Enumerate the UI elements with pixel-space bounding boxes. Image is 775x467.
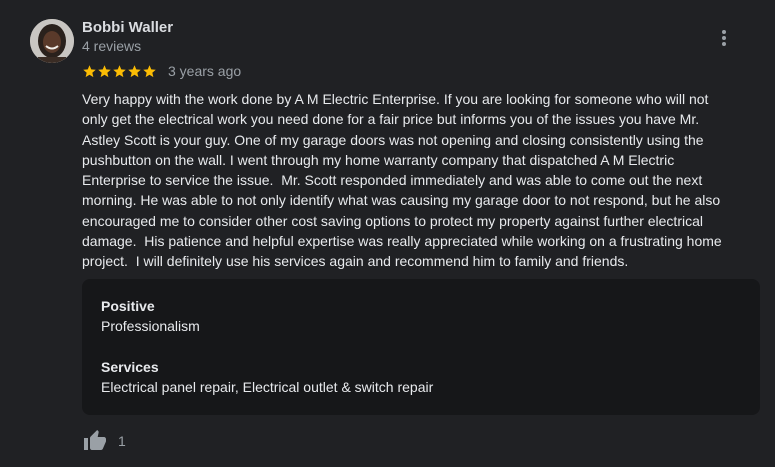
reviewer-name[interactable]: Bobbi Waller	[82, 19, 173, 37]
like-button[interactable]	[82, 428, 108, 454]
attribute-positive: Positive Professionalism	[101, 298, 200, 335]
more-options-button[interactable]	[712, 26, 736, 50]
avatar-photo	[30, 19, 74, 63]
attribute-title: Services	[101, 359, 159, 375]
rating-row: 3 years ago	[82, 61, 241, 81]
star-icon	[128, 64, 141, 77]
star-icon	[98, 64, 111, 77]
attribute-services: Services Electrical panel repair, Electr…	[101, 359, 433, 396]
review-card: Bobbi Waller 4 reviews 3 years ago Very …	[0, 0, 775, 467]
review-time: 3 years ago	[168, 63, 242, 79]
like-row: 1	[82, 428, 126, 454]
star-rating	[82, 64, 157, 79]
review-attributes-panel: Positive Professionalism Services Electr…	[82, 279, 760, 415]
star-icon	[83, 64, 96, 77]
reviewer-avatar[interactable]	[30, 19, 74, 63]
star-icon	[143, 64, 156, 77]
attribute-value: Professionalism	[101, 318, 200, 334]
like-count: 1	[118, 432, 126, 449]
attribute-title: Positive	[101, 298, 155, 314]
more-vert-icon	[722, 30, 726, 46]
reviewer-review-count: 4 reviews	[82, 38, 142, 54]
review-text: Very happy with the work done by A M Ele…	[82, 91, 722, 270]
thumb-up-icon	[84, 430, 106, 450]
attribute-value: Electrical panel repair, Electrical outl…	[101, 379, 434, 395]
star-icon	[113, 64, 126, 77]
